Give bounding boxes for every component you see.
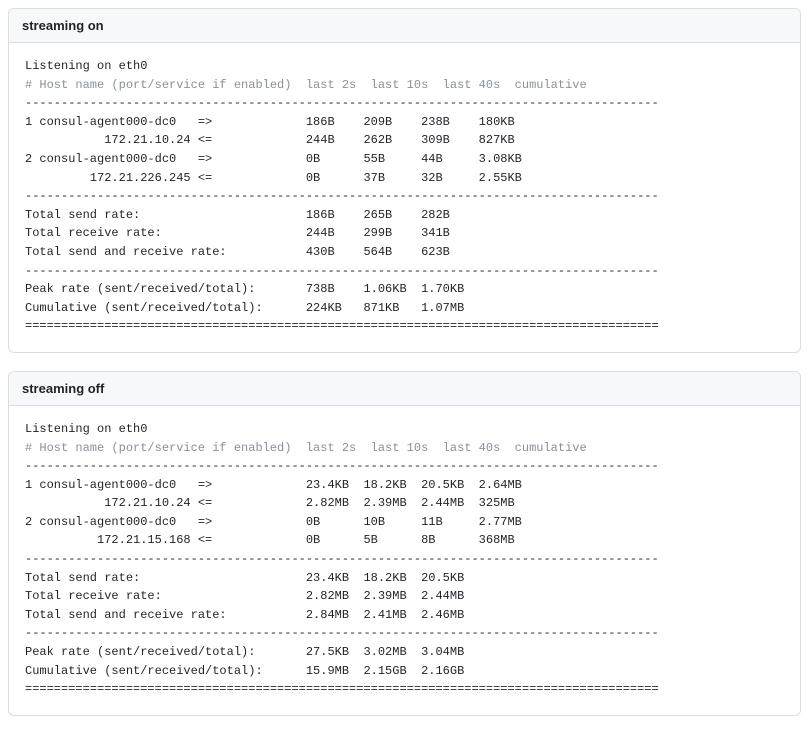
panel-header: streaming on <box>9 9 800 43</box>
panel-title: streaming off <box>22 381 104 396</box>
panel-streaming-on: streaming on Listening on eth0 # Host na… <box>8 8 801 353</box>
panel-header: streaming off <box>9 372 800 406</box>
terminal-output: Listening on eth0 # Host name (port/serv… <box>9 406 800 715</box>
terminal-output: Listening on eth0 # Host name (port/serv… <box>9 43 800 352</box>
panel-streaming-off: streaming off Listening on eth0 # Host n… <box>8 371 801 716</box>
panel-title: streaming on <box>22 18 104 33</box>
